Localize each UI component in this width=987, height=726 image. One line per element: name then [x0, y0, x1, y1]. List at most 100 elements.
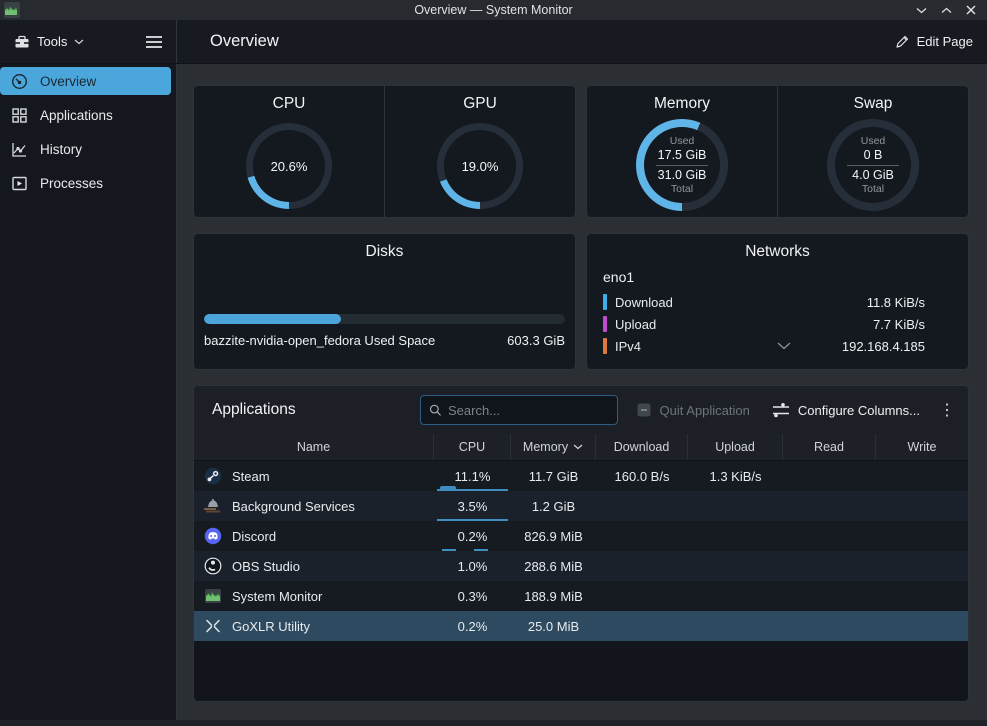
networks-card: Networks eno1 Download 11.8 KiB/s Upload…: [586, 233, 969, 370]
upload-value: 7.7 KiB/s: [872, 316, 925, 332]
app-name: System Monitor: [232, 588, 323, 604]
minimize-icon[interactable]: [913, 2, 929, 18]
read-value: [783, 581, 876, 611]
toolbar: Tools Overview Edit Page: [0, 20, 987, 64]
memory-total-label: Total: [670, 182, 694, 195]
swap-gauge: Used 0 B 4.0 GiB Total: [827, 119, 919, 211]
swap-used-value: 0 B: [863, 147, 883, 162]
column-header-write[interactable]: Write: [876, 434, 968, 460]
configure-columns-button[interactable]: Configure Columns...: [772, 402, 920, 418]
network-ipv4-row: IPv4 192.168.4.185: [597, 335, 958, 357]
sort-descending-icon: [573, 444, 583, 450]
tools-menu-button[interactable]: Tools: [6, 29, 92, 55]
gauge-divider: [656, 164, 708, 166]
memory-value: 288.6 MiB: [524, 558, 583, 574]
sidebar-item-label: History: [40, 141, 83, 157]
sidebar-item-label: Applications: [40, 107, 113, 123]
cpu-value: 3.5%: [457, 498, 488, 514]
disk-used-value: 603.3 GiB: [507, 333, 565, 348]
network-download-row: Download 11.8 KiB/s: [597, 291, 958, 313]
window-bottom-edge: [0, 720, 987, 726]
window-title: Overview — System Monitor: [414, 3, 573, 17]
close-icon[interactable]: [963, 2, 979, 18]
ipv4-label: IPv4: [615, 338, 642, 354]
memory-value: 25.0 MiB: [527, 618, 580, 634]
memory-used-value: 17.5 GiB: [657, 147, 707, 162]
upload-label: Upload: [615, 316, 657, 332]
memory-gauge: Used 17.5 GiB 31.0 GiB Total: [636, 119, 728, 211]
sidebar-item-history[interactable]: History: [0, 135, 171, 163]
titlebar: Overview — System Monitor: [0, 0, 987, 20]
upload-value: [688, 521, 783, 551]
quit-application-label: Quit Application: [659, 402, 750, 418]
maximize-icon[interactable]: [938, 2, 954, 18]
network-interface-name: eno1: [603, 269, 635, 285]
gpu-gauge-value: 19.0%: [461, 158, 499, 174]
table-row-background-services[interactable]: Background Services 3.5% 1.2 GiB: [194, 491, 968, 521]
ipv4-expand-chevron-icon[interactable]: [777, 342, 791, 350]
column-header-upload[interactable]: Upload: [688, 434, 783, 460]
system-monitor-app-icon: [205, 589, 221, 603]
overflow-menu-icon[interactable]: ⋮: [938, 400, 956, 420]
column-header-memory[interactable]: Memory: [511, 434, 596, 460]
ipv4-value: 192.168.4.185: [841, 338, 925, 354]
write-value: [876, 611, 968, 641]
download-value: [596, 491, 688, 521]
write-value: [876, 521, 968, 551]
chevron-down-icon: [74, 39, 84, 44]
column-header-cpu[interactable]: CPU: [434, 434, 511, 460]
swap-total-value: 4.0 GiB: [852, 167, 894, 182]
quit-application-button[interactable]: Quit Application: [636, 402, 750, 418]
applications-panel-header: Applications Quit Application Configure …: [194, 386, 968, 434]
table-row-steam[interactable]: Steam 11.1% 11.7 GiB 160.0 B/s 1.3 KiB/s: [194, 461, 968, 491]
memory-value: 11.7 GiB: [528, 468, 579, 484]
sidebar-item-applications[interactable]: Applications: [0, 101, 171, 129]
swap-total-label: Total: [861, 182, 885, 195]
cpu-gpu-card: CPU 20.6% GPU 19.0%: [193, 85, 576, 218]
cpu-gauge: 20.6%: [246, 123, 332, 209]
configure-columns-label: Configure Columns...: [797, 402, 920, 418]
download-value: [596, 581, 688, 611]
column-header-download[interactable]: Download: [596, 434, 688, 460]
download-label: Download: [615, 294, 673, 310]
read-value: [783, 611, 876, 641]
memory-used-label: Used: [669, 134, 695, 147]
table-row-obs-studio[interactable]: OBS Studio 1.0% 288.6 MiB: [194, 551, 968, 581]
table-row-discord[interactable]: Discord 0.2% 826.9 MiB: [194, 521, 968, 551]
table-row-system-monitor[interactable]: System Monitor 0.3% 188.9 MiB: [194, 581, 968, 611]
memory-total-value: 31.0 GiB: [657, 167, 707, 182]
ipv4-color-chip: [603, 338, 607, 354]
edit-page-label: Edit Page: [916, 34, 973, 49]
swap-used-label: Used: [860, 134, 886, 147]
sidebar: Overview Applications History Processes: [0, 64, 177, 725]
applications-title: Applications: [212, 401, 296, 418]
table-row-goxlr-utility[interactable]: GoXLR Utility 0.2% 25.0 MiB: [194, 611, 968, 641]
disks-card: Disks bazzite-nvidia-open_fedora Used Sp…: [193, 233, 576, 370]
edit-page-button[interactable]: Edit Page: [895, 34, 973, 49]
upload-value: 1.3 KiB/s: [709, 468, 762, 484]
search-input[interactable]: [448, 402, 609, 418]
memory-value: 188.9 MiB: [524, 588, 583, 604]
memory-swap-card: Memory Used 17.5 GiB 31.0 GiB Total Swap: [586, 85, 969, 218]
search-box[interactable]: [419, 395, 618, 425]
cpu-value: 0.2%: [457, 618, 488, 634]
upload-color-chip: [603, 316, 607, 332]
download-value: 11.8 KiB/s: [866, 294, 925, 310]
write-value: [876, 581, 968, 611]
read-value: [783, 521, 876, 551]
column-header-name[interactable]: Name: [194, 434, 434, 460]
quit-application-icon: [637, 403, 651, 417]
cpu-value: 0.3%: [457, 588, 488, 604]
upload-value: [688, 491, 783, 521]
upload-value: [688, 611, 783, 641]
app-name: Steam: [232, 468, 270, 484]
column-header-read[interactable]: Read: [783, 434, 876, 460]
sidebar-item-overview[interactable]: Overview: [0, 67, 171, 95]
applications-panel: Applications Quit Application Configure …: [193, 385, 969, 702]
sidebar-item-label: Processes: [40, 175, 104, 191]
sidebar-item-processes[interactable]: Processes: [0, 169, 171, 197]
overview-page: CPU 20.6% GPU 19.0% Memory Used 17.5 GiB…: [177, 64, 987, 725]
page-title: Overview: [210, 32, 279, 50]
hamburger-menu-icon[interactable]: [145, 35, 163, 49]
memory-gauge-title: Memory: [654, 95, 710, 112]
